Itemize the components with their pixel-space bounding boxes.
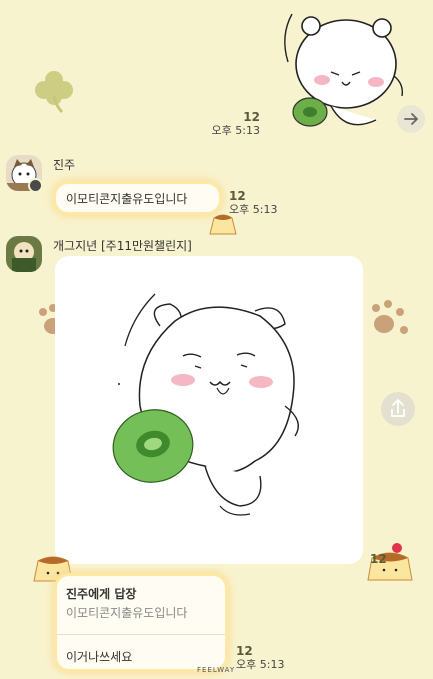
message-time: 오후 5:13 bbox=[236, 658, 285, 671]
paw-sticker-icon bbox=[372, 300, 408, 334]
forward-button[interactable] bbox=[397, 105, 425, 133]
bear-sticker-icon bbox=[284, 13, 404, 127]
message-bubble[interactable]: 이모티콘지출유도입니다 bbox=[56, 184, 219, 212]
message-meta: 12 bbox=[370, 553, 387, 566]
read-count: 12 bbox=[243, 110, 260, 124]
message-text: 이거나쓰세요 bbox=[66, 650, 133, 664]
watermark: FEELWAY bbox=[197, 666, 236, 674]
avatar[interactable] bbox=[6, 236, 42, 272]
read-count: 12 bbox=[236, 644, 253, 658]
character-avatar-icon bbox=[12, 242, 36, 272]
sender-name: 진주 bbox=[53, 158, 76, 172]
clover-sticker-icon bbox=[35, 71, 73, 114]
pudding-sticker-icon bbox=[209, 214, 237, 235]
share-icon bbox=[391, 398, 405, 417]
read-count: 12 bbox=[370, 552, 387, 566]
forward-icon bbox=[404, 113, 419, 125]
message-meta: 12 오후 5:13 bbox=[236, 644, 285, 672]
sender-name: 개그지년 [주11만원챌린지] bbox=[53, 239, 192, 253]
reply-divider bbox=[57, 634, 225, 635]
reply-bubble[interactable]: 진주에게 답장 이모티콘지출유도입니다 이거나쓰세요 bbox=[57, 576, 225, 669]
reply-header: 진주에게 답장 bbox=[66, 587, 137, 601]
profile-badge-icon bbox=[28, 178, 43, 193]
reply-quoted-text: 이모티콘지출유도입니다 bbox=[66, 606, 188, 620]
bear-drawing-image[interactable] bbox=[55, 256, 363, 564]
message-meta: 12 오후 5:13 bbox=[200, 110, 260, 138]
bear-drawing-icon bbox=[112, 293, 299, 516]
message-text: 이모티콘지출유도입니다 bbox=[66, 192, 188, 206]
message-time: 오후 5:13 bbox=[211, 124, 260, 137]
share-button[interactable] bbox=[381, 392, 415, 426]
read-count: 12 bbox=[229, 189, 246, 203]
